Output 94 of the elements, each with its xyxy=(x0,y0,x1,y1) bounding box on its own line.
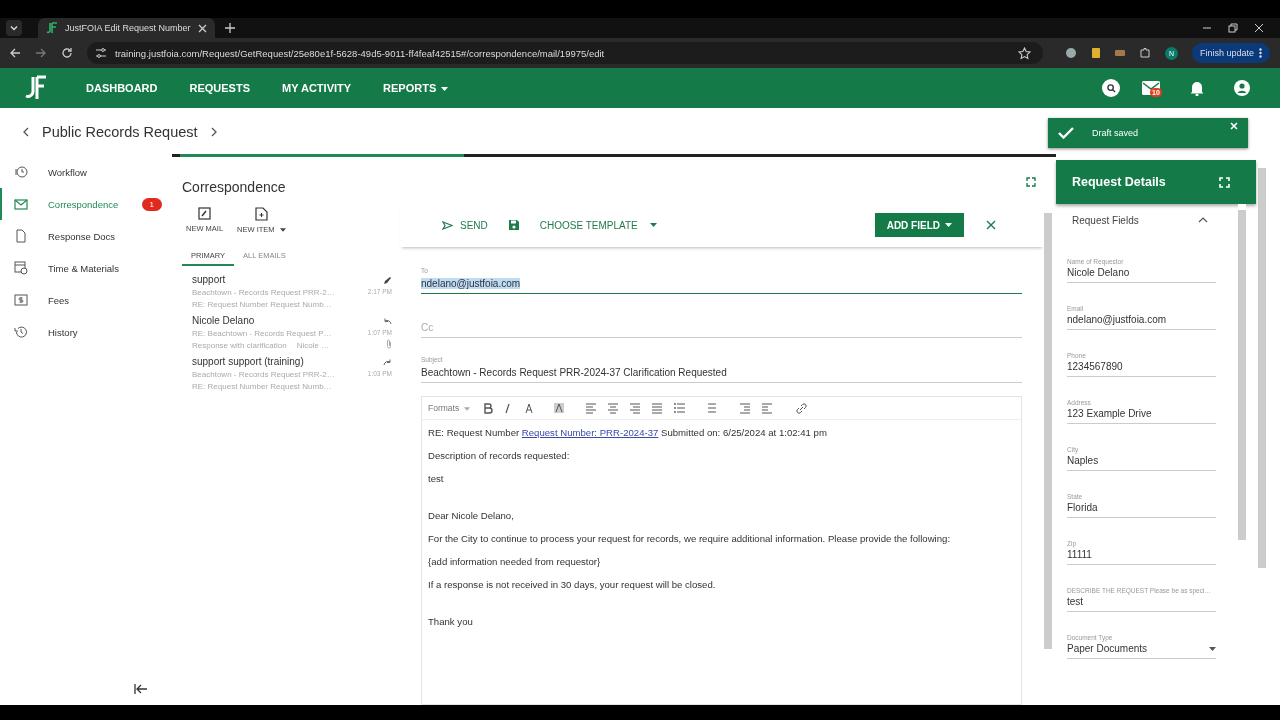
nav-link[interactable]: DASHBOARD xyxy=(86,82,158,94)
close-icon[interactable] xyxy=(986,220,996,230)
sender-name: Nicole Delano xyxy=(192,315,256,326)
sender-name: support support (training) xyxy=(192,356,305,367)
more-icon xyxy=(1259,48,1262,58)
forward-icon xyxy=(383,358,392,367)
scrollbar[interactable] xyxy=(1044,213,1052,649)
message-subject: Beachtown - Records Request PRR-2… xyxy=(192,370,336,379)
body-paragraph: Description of records requested: xyxy=(428,449,571,463)
restore-icon[interactable] xyxy=(1228,23,1238,33)
save-icon[interactable] xyxy=(507,219,520,231)
body-paragraph: If a response is not received in 30 days, your request will be closed. xyxy=(428,578,717,592)
message-preview: RE: Request Number Request Numb… xyxy=(192,300,332,309)
body-paragraph: For the City to continue to process your request for records, we require additional information. Please provide the following: xyxy=(428,532,952,546)
request-link[interactable]: Request Number: PRR-2024-37 xyxy=(521,427,659,438)
count-badge: 1 xyxy=(141,197,162,211)
mail-icon xyxy=(14,197,28,211)
puzzle-icon[interactable] xyxy=(1138,47,1151,59)
toast-message: Draft saved xyxy=(1092,128,1140,138)
message-subject: Beachtown - Records Request PRR-2… xyxy=(192,288,336,297)
scrollbar[interactable] xyxy=(1258,168,1266,568)
chevron-right-icon[interactable] xyxy=(209,127,218,137)
caret-icon xyxy=(945,223,952,227)
body-paragraph: {add information needed from requestor} xyxy=(428,555,602,569)
message-subject: RE: Beachtown - Records Request P… xyxy=(192,329,333,338)
forward-icon[interactable] xyxy=(35,47,47,59)
sidebar-item[interactable]: Time & Materials xyxy=(0,252,172,284)
section-title: Correspondence xyxy=(182,179,287,195)
link-icon[interactable] xyxy=(796,402,808,414)
account-icon[interactable] xyxy=(1234,80,1250,96)
search-button[interactable] xyxy=(1102,79,1120,97)
formats-dropdown[interactable]: Formats xyxy=(428,403,471,413)
new-document-icon xyxy=(254,207,268,221)
caret-icon xyxy=(464,406,471,411)
address-bar[interactable]: training.justfoia.com/Request/GetRequest/25e80e1f-5628-49d5-9011-ff4feaf42515#/correspondence/mail/19975/edit xyxy=(87,42,1043,64)
fullscreen-icon[interactable] xyxy=(1219,176,1230,188)
document-icon xyxy=(14,229,28,243)
bell-icon[interactable] xyxy=(1190,80,1204,96)
message-preview: RE: Request Number Request Numb… xyxy=(192,382,332,391)
message-preview: Response with clarification xyxy=(192,341,287,350)
site-settings-icon[interactable] xyxy=(95,47,107,59)
sidebar-item[interactable]: Response Docs xyxy=(0,220,172,252)
search-icon xyxy=(1106,83,1116,93)
sidebar-item[interactable]: History xyxy=(0,316,172,348)
back-icon[interactable] xyxy=(9,47,21,59)
nav-link[interactable]: REQUESTS xyxy=(189,82,250,94)
chevron-left-icon[interactable] xyxy=(22,127,30,137)
choose-template-button[interactable]: CHOOSE TEMPLATE xyxy=(539,219,657,231)
chevron-down-icon xyxy=(9,23,19,33)
body-paragraph: Dear Nicole Delano, xyxy=(428,509,515,523)
collapse-icon[interactable] xyxy=(134,683,148,695)
sidebar-item[interactable]: Workflow xyxy=(0,156,172,188)
sidebar-item[interactable]: Fees xyxy=(0,284,172,316)
body-paragraph: Thank you xyxy=(428,615,474,629)
new-tab-icon[interactable] xyxy=(224,23,235,33)
nav-link[interactable]: MY ACTIVITY xyxy=(282,82,352,94)
send-icon xyxy=(442,220,453,230)
browser-tab[interactable]: JustFOIA Edit Request Number xyxy=(38,18,215,38)
clipboard-icon[interactable] xyxy=(1090,47,1101,59)
finish-update-button[interactable]: Finish update xyxy=(1191,43,1270,63)
sidebar-item[interactable]: Correspondence 1 xyxy=(0,188,172,220)
panel-title: Request Details xyxy=(1072,175,1166,189)
send-button[interactable]: SEND xyxy=(442,219,488,231)
expand-icon[interactable] xyxy=(1026,177,1036,187)
calendar-clock-icon xyxy=(14,261,28,275)
cc-field[interactable]: Cc xyxy=(421,308,1022,338)
pencil-icon xyxy=(383,276,392,285)
caret-icon xyxy=(649,223,657,227)
page-title: Public Records Request xyxy=(42,124,198,140)
extension-icon[interactable] xyxy=(1064,47,1077,59)
section-header[interactable]: Request Fields xyxy=(1056,204,1238,236)
reload-icon[interactable] xyxy=(61,47,73,59)
tab-search-button[interactable] xyxy=(6,20,22,36)
extension-icon[interactable] xyxy=(1114,50,1125,56)
mail-icon[interactable] xyxy=(1142,81,1160,95)
sender-name: support xyxy=(192,274,227,285)
nav-link[interactable]: REPORTS xyxy=(383,82,449,94)
caret-icon xyxy=(1209,646,1216,651)
star-icon[interactable] xyxy=(1017,46,1031,60)
chevron-up-icon xyxy=(1198,217,1208,223)
reply-icon xyxy=(383,317,392,326)
history-icon xyxy=(14,325,28,339)
add-field-button[interactable]: ADD FIELD xyxy=(874,213,964,237)
clock-icon xyxy=(14,165,28,179)
checkmark-icon xyxy=(1058,127,1074,139)
url-text: training.justfoia.com/Request/GetRequest/25e80e1f-5628-49d5-9011-ff4feaf42515#/correspondence/mail/19975/edit xyxy=(115,47,605,59)
body-paragraph: RE: Request Number Request Number: PRR-2024-37 Submitted on: 6/25/2024 at 1:02:41 pm xyxy=(428,426,828,440)
logo[interactable] xyxy=(24,75,48,101)
compose-icon xyxy=(198,207,212,220)
scrollbar[interactable] xyxy=(1238,210,1246,540)
body-paragraph: test xyxy=(428,472,445,486)
message-from: Nicole … xyxy=(296,341,330,350)
logo-icon xyxy=(46,22,58,34)
dollar-icon xyxy=(14,293,28,307)
